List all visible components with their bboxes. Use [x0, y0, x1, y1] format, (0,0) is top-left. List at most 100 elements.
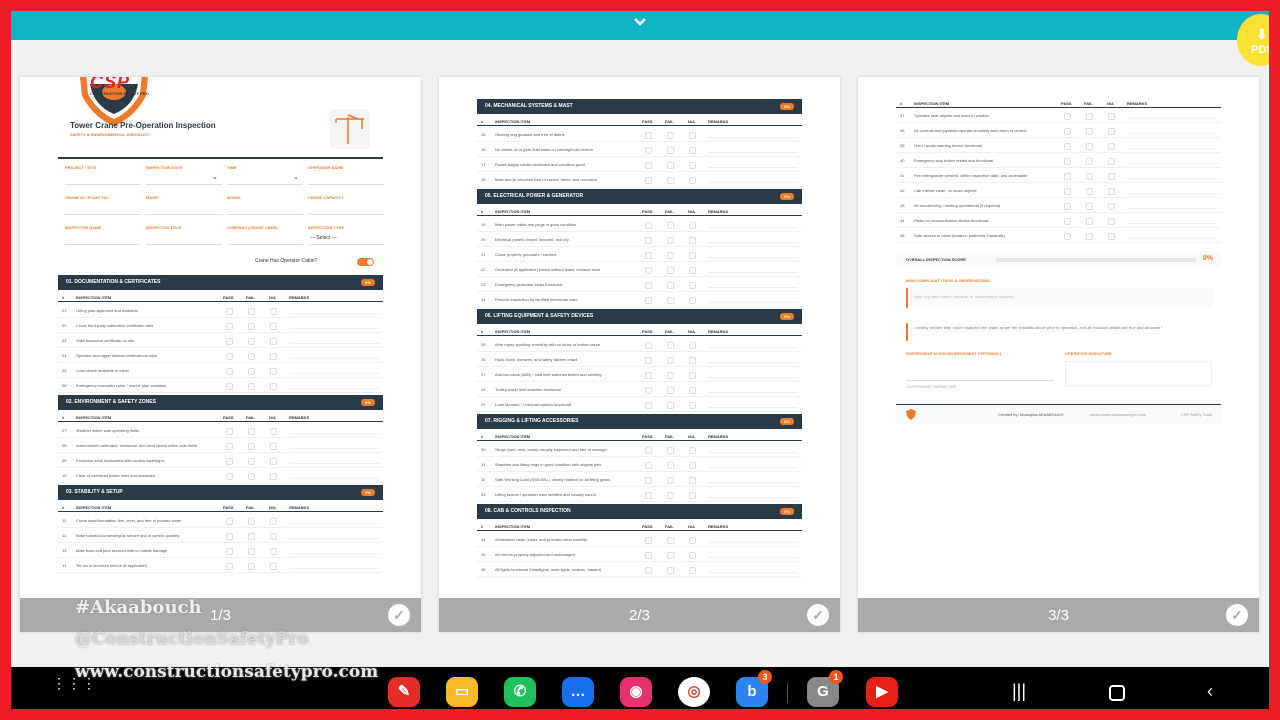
info-field[interactable]: TIME: [227, 163, 303, 185]
pass-checkbox[interactable]: [226, 443, 233, 450]
pdf-page-1[interactable]: CSP CONSTRUCTION SAFETY PRO Tower Crane …: [20, 77, 421, 632]
fail-checkbox[interactable]: [1086, 128, 1093, 135]
fail-checkbox[interactable]: [248, 518, 255, 525]
remarks-field[interactable]: [708, 242, 798, 243]
pass-checkbox[interactable]: [645, 237, 652, 244]
fail-checkbox[interactable]: [667, 477, 674, 484]
back-icon[interactable]: ‹: [1207, 681, 1213, 702]
na-checkbox[interactable]: [689, 492, 696, 499]
fail-checkbox[interactable]: [248, 458, 255, 465]
na-checkbox[interactable]: [1108, 203, 1115, 210]
na-checkbox[interactable]: [270, 368, 277, 375]
pass-checkbox[interactable]: [645, 147, 652, 154]
na-checkbox[interactable]: [1108, 218, 1115, 225]
remarks-field[interactable]: [708, 482, 798, 483]
fail-checkbox[interactable]: [667, 222, 674, 229]
fail-checkbox[interactable]: [248, 428, 255, 435]
remarks-field[interactable]: [289, 553, 379, 554]
fail-checkbox[interactable]: [667, 132, 674, 139]
fail-checkbox[interactable]: [667, 447, 674, 454]
pass-checkbox[interactable]: [226, 308, 233, 315]
remarks-field[interactable]: [1127, 238, 1217, 239]
fail-checkbox[interactable]: [248, 473, 255, 480]
pass-checkbox[interactable]: [645, 177, 652, 184]
na-checkbox[interactable]: [270, 458, 277, 465]
remarks-field[interactable]: [289, 538, 379, 539]
noncompliant-field[interactable]: Note any failed items, hazards, or maint…: [906, 288, 1213, 308]
na-checkbox[interactable]: [1108, 233, 1115, 240]
app-notes-icon[interactable]: ✎: [388, 677, 420, 707]
cabin-toggle[interactable]: [357, 258, 374, 266]
na-checkbox[interactable]: [689, 237, 696, 244]
remarks-field[interactable]: [1127, 133, 1217, 134]
remarks-field[interactable]: [708, 392, 798, 393]
remarks-field[interactable]: [289, 313, 379, 314]
na-checkbox[interactable]: [270, 428, 277, 435]
remarks-field[interactable]: [708, 407, 798, 408]
pass-checkbox[interactable]: [1064, 188, 1071, 195]
fail-checkbox[interactable]: [667, 402, 674, 409]
na-checkbox[interactable]: [689, 447, 696, 454]
fail-checkbox[interactable]: [667, 552, 674, 559]
pass-checkbox[interactable]: [226, 323, 233, 330]
remarks-field[interactable]: [289, 433, 379, 434]
fail-checkbox[interactable]: [1086, 188, 1093, 195]
pass-checkbox[interactable]: [226, 338, 233, 345]
na-checkbox[interactable]: [270, 518, 277, 525]
pass-checkbox[interactable]: [226, 563, 233, 570]
remarks-field[interactable]: [289, 568, 379, 569]
pass-checkbox[interactable]: [226, 368, 233, 375]
info-field[interactable]: CRANE CAPACITY: [308, 193, 384, 215]
pass-checkbox[interactable]: [645, 387, 652, 394]
app-phone-icon[interactable]: ✆: [504, 677, 536, 707]
chevron-down-icon[interactable]: [632, 14, 648, 30]
na-checkbox[interactable]: [1108, 128, 1115, 135]
fail-checkbox[interactable]: [248, 563, 255, 570]
pass-checkbox[interactable]: [226, 533, 233, 540]
fail-checkbox[interactable]: [1086, 203, 1093, 210]
fail-checkbox[interactable]: [248, 548, 255, 555]
na-checkbox[interactable]: [270, 563, 277, 570]
pass-checkbox[interactable]: [645, 132, 652, 139]
pass-checkbox[interactable]: [645, 447, 652, 454]
pass-checkbox[interactable]: [1064, 143, 1071, 150]
fail-checkbox[interactable]: [248, 443, 255, 450]
fail-checkbox[interactable]: [667, 297, 674, 304]
info-field[interactable]: MODEL: [227, 193, 303, 215]
info-field[interactable]: PROJECT / SITE: [65, 163, 141, 185]
fail-checkbox[interactable]: [1086, 113, 1093, 120]
chevron-down-icon[interactable]: ⌄: [212, 173, 218, 181]
na-checkbox[interactable]: [1108, 173, 1115, 180]
fail-checkbox[interactable]: [667, 342, 674, 349]
na-checkbox[interactable]: [689, 267, 696, 274]
fail-checkbox[interactable]: [248, 533, 255, 540]
remarks-field[interactable]: [708, 467, 798, 468]
remarks-field[interactable]: [708, 302, 798, 303]
fail-checkbox[interactable]: [248, 383, 255, 390]
na-checkbox[interactable]: [270, 548, 277, 555]
remarks-field[interactable]: [708, 287, 798, 288]
info-field[interactable]: INSPECTION TYPE: [308, 223, 384, 245]
home-icon[interactable]: [1109, 685, 1125, 701]
remarks-field[interactable]: [708, 497, 798, 498]
remarks-field[interactable]: [708, 227, 798, 228]
fail-checkbox[interactable]: [248, 353, 255, 360]
pass-checkbox[interactable]: [645, 267, 652, 274]
remarks-field[interactable]: [289, 463, 379, 464]
fail-checkbox[interactable]: [667, 267, 674, 274]
pass-checkbox[interactable]: [1064, 203, 1071, 210]
app-bixby-icon[interactable]: b3: [736, 670, 772, 707]
fail-checkbox[interactable]: [1086, 233, 1093, 240]
remarks-field[interactable]: [289, 343, 379, 344]
na-checkbox[interactable]: [689, 132, 696, 139]
remarks-field[interactable]: [1127, 148, 1217, 149]
fail-checkbox[interactable]: [667, 537, 674, 544]
remarks-field[interactable]: [289, 478, 379, 479]
remarks-field[interactable]: [1127, 193, 1217, 194]
na-checkbox[interactable]: [270, 383, 277, 390]
fail-checkbox[interactable]: [667, 282, 674, 289]
remarks-field[interactable]: [289, 358, 379, 359]
remarks-field[interactable]: [708, 272, 798, 273]
na-checkbox[interactable]: [689, 477, 696, 484]
info-field[interactable]: INSPECTOR NAME: [65, 223, 141, 245]
